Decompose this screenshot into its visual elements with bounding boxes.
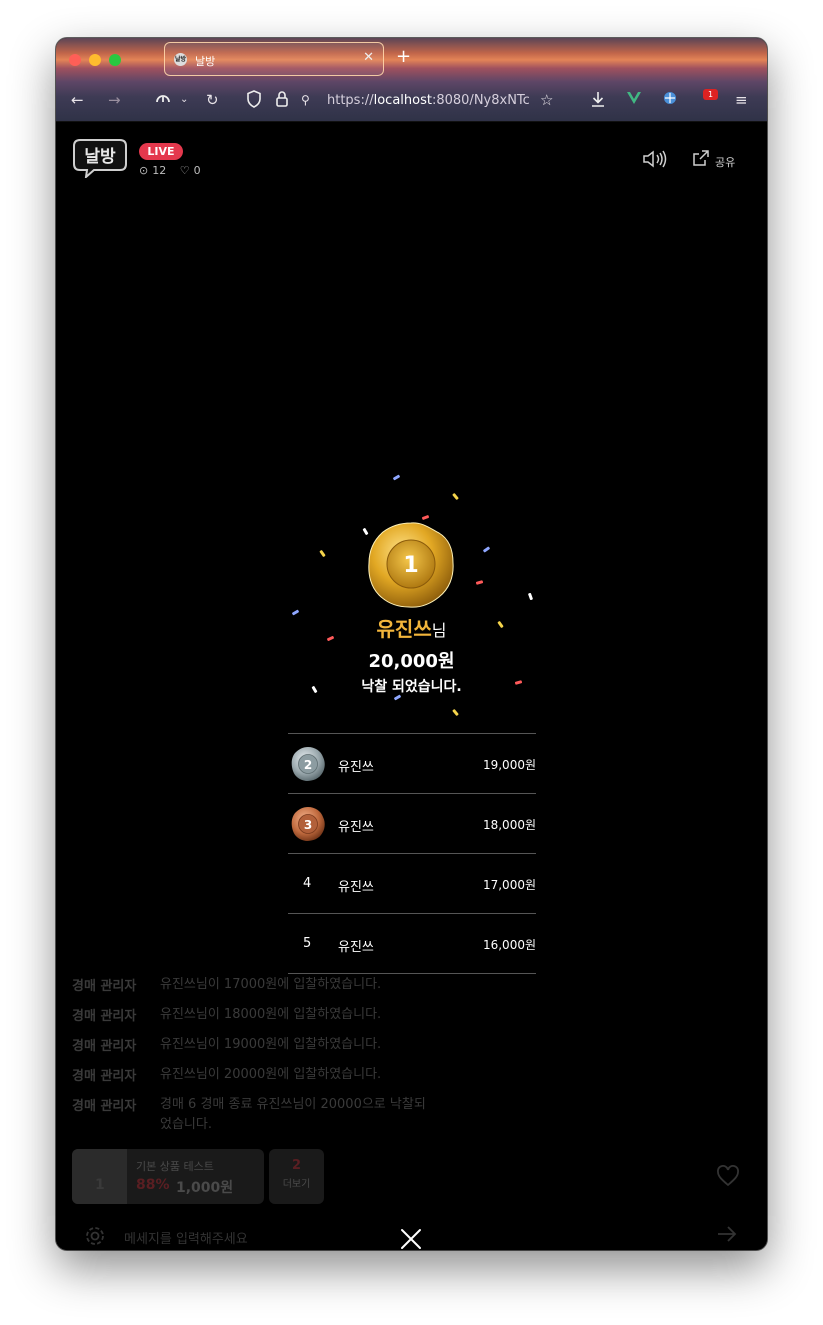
rank-amount: 19,000원 bbox=[482, 758, 536, 772]
product-thumbnail: 1 bbox=[72, 1149, 127, 1204]
shield-icon[interactable] bbox=[246, 90, 262, 113]
rank-number: 3 bbox=[304, 818, 312, 832]
viewer-icon: ⊙ bbox=[139, 164, 149, 177]
rank-amount: 18,000원 bbox=[482, 818, 536, 832]
winner-medal-number: 1 bbox=[403, 553, 418, 578]
chat-message: 경매 관리자 유진쓰님이 20000원에 입찰하였습니다. bbox=[72, 1065, 472, 1095]
send-arrow-icon[interactable] bbox=[716, 1224, 738, 1248]
ranking-row: 2 유진쓰 19,000원 bbox=[288, 733, 536, 793]
ranking-row: 3 유진쓰 18,000원 bbox=[288, 793, 536, 853]
winner-name-line: 유진쓰님 bbox=[56, 613, 767, 642]
product-name: 기본 상품 테스트 bbox=[136, 1160, 214, 1173]
lock-icon[interactable] bbox=[275, 90, 289, 113]
winner-name: 유진쓰 bbox=[376, 617, 432, 641]
rank-number: 5 bbox=[303, 936, 312, 951]
rank-amount: 17,000원 bbox=[482, 878, 536, 892]
permissions-icon[interactable]: ⚲ bbox=[301, 90, 310, 110]
logo-text: 날방 bbox=[84, 147, 116, 167]
ranking-list: 2 유진쓰 19,000원 3 유진쓰 18,000원 4 유진쓰 17,000… bbox=[288, 733, 536, 974]
back-icon[interactable]: ← bbox=[71, 90, 84, 110]
browser-tab[interactable]: 날방 날방 ✕ bbox=[164, 42, 384, 76]
winner-suffix: 님 bbox=[431, 621, 447, 640]
browser-toolbar: 날방 날방 ✕ + ← → ⌄ ↻ ⚲ https://localhost:80… bbox=[56, 38, 767, 122]
minimize-window-button[interactable] bbox=[89, 54, 101, 66]
chat-author: 경매 관리자 bbox=[72, 979, 137, 994]
heart-icon[interactable] bbox=[716, 1165, 740, 1191]
maximize-window-button[interactable] bbox=[109, 54, 121, 66]
url-path: :8080/Ny8xNTc bbox=[431, 93, 530, 108]
chevron-down-icon[interactable]: ⌄ bbox=[180, 90, 188, 110]
browser-window: 날방 날방 ✕ + ← → ⌄ ↻ ⚲ https://localhost:80… bbox=[56, 38, 767, 1250]
tab-close-icon[interactable]: ✕ bbox=[363, 50, 374, 65]
rank-name: 유진쓰 bbox=[338, 760, 374, 775]
reload-icon[interactable]: ↻ bbox=[206, 90, 219, 110]
close-result-button[interactable] bbox=[398, 1226, 424, 1250]
share-icon[interactable] bbox=[692, 149, 710, 171]
page-content: 날방 LIVE ⊙ 12 ♡ 0 공유 경매 관리자 유진쓰님이 17000원에 입… bbox=[56, 123, 767, 1250]
tab-title: 날방 bbox=[195, 55, 216, 68]
chat-message: 경매 관리자 유진쓰님이 19000원에 입찰하였습니다. bbox=[72, 1035, 472, 1065]
url-bar[interactable]: https://localhost:8080/Ny8xNTc bbox=[327, 93, 533, 108]
silver-medal-icon: 2 bbox=[291, 747, 325, 781]
new-tab-button[interactable]: + bbox=[396, 46, 411, 67]
rank-name: 유진쓰 bbox=[338, 940, 374, 955]
chat-log: 경매 관리자 유진쓰님이 17000원에 입찰하였습니다. 경매 관리자 유진쓰… bbox=[72, 975, 472, 1135]
tab-favicon-icon: 날방 bbox=[174, 53, 187, 66]
extension-icon[interactable] bbox=[662, 90, 678, 111]
rank-number: 2 bbox=[304, 758, 312, 772]
product-price: 1,000원 bbox=[176, 1180, 234, 1196]
bronze-medal-icon: 3 bbox=[291, 807, 325, 841]
vue-extension-icon[interactable] bbox=[626, 90, 642, 111]
chat-message: 경매 관리자 경매 6 경매 종료 유진쓰님이 20000으로 낙찰되었습니다. bbox=[72, 1095, 472, 1135]
reader-icon[interactable] bbox=[154, 90, 172, 113]
like-icon: ♡ bbox=[179, 164, 190, 177]
product-thumb-label: 1 bbox=[95, 1177, 105, 1193]
forward-icon[interactable]: → bbox=[108, 90, 121, 110]
like-count: 0 bbox=[193, 164, 201, 177]
settings-gear-icon[interactable] bbox=[84, 1225, 106, 1250]
rank-name: 유진쓰 bbox=[338, 880, 374, 895]
product-card[interactable]: 1 기본 상품 테스트 88% 1,000원 bbox=[72, 1149, 264, 1204]
product-discount: 88% bbox=[136, 1177, 170, 1193]
download-icon[interactable] bbox=[590, 90, 606, 113]
more-count: 2 bbox=[291, 1158, 302, 1173]
viewer-count: 12 bbox=[152, 164, 167, 177]
gold-medal-icon: 1 bbox=[368, 522, 454, 608]
menu-icon[interactable]: ≡ bbox=[735, 90, 748, 110]
url-prefix: https:// bbox=[327, 93, 374, 108]
chat-author: 경매 관리자 bbox=[72, 1039, 137, 1054]
live-badge: LIVE bbox=[139, 143, 183, 160]
stream-stats: ⊙ 12 ♡ 0 bbox=[139, 164, 205, 177]
chat-text: 경매 6 경매 종료 유진쓰님이 20000으로 낙찰되었습니다. bbox=[160, 1097, 426, 1132]
message-input[interactable]: 메세지를 입력해주세요 bbox=[124, 1228, 248, 1247]
close-window-button[interactable] bbox=[69, 54, 81, 66]
rank-number: 4 bbox=[303, 876, 312, 891]
chat-message: 경매 관리자 유진쓰님이 17000원에 입찰하였습니다. bbox=[72, 975, 472, 1005]
extension-badge: 1 bbox=[703, 89, 718, 100]
rank-name: 유진쓰 bbox=[338, 820, 374, 835]
chat-author: 경매 관리자 bbox=[72, 1009, 137, 1024]
chat-text: 유진쓰님이 17000원에 입찰하였습니다. bbox=[160, 977, 382, 992]
chat-message: 경매 관리자 유진쓰님이 18000원에 입찰하였습니다. bbox=[72, 1005, 472, 1035]
winner-price: 20,000원 bbox=[368, 651, 455, 672]
share-label[interactable]: 공유 bbox=[715, 154, 735, 170]
ranking-row: 5 유진쓰 16,000원 bbox=[288, 913, 536, 974]
chat-author: 경매 관리자 bbox=[72, 1099, 137, 1114]
url-host: localhost bbox=[373, 93, 432, 108]
more-products-button[interactable]: 2 더보기 bbox=[269, 1149, 324, 1204]
bookmark-star-icon[interactable]: ☆ bbox=[540, 90, 553, 110]
winner-message: 낙찰 되었습니다. bbox=[361, 679, 462, 695]
chat-text: 유진쓰님이 20000원에 입찰하였습니다. bbox=[160, 1067, 382, 1082]
rank-amount: 16,000원 bbox=[482, 938, 536, 952]
chat-text: 유진쓰님이 19000원에 입찰하였습니다. bbox=[160, 1037, 382, 1052]
chat-author: 경매 관리자 bbox=[72, 1069, 137, 1084]
volume-icon[interactable] bbox=[642, 149, 668, 173]
more-label: 더보기 bbox=[282, 1179, 311, 1190]
ranking-row: 4 유진쓰 17,000원 bbox=[288, 853, 536, 913]
chat-text: 유진쓰님이 18000원에 입찰하였습니다. bbox=[160, 1007, 382, 1022]
app-logo[interactable]: 날방 bbox=[72, 136, 128, 178]
